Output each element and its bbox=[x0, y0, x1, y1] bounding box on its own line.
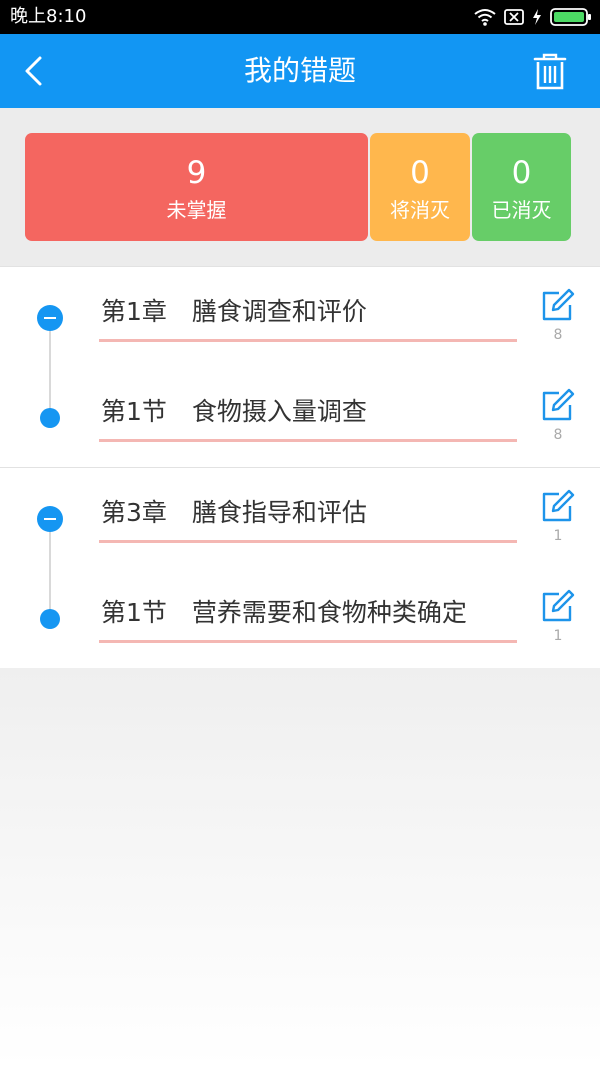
chapter-row[interactable]: 第3章 膳食指导和评估 1 bbox=[0, 468, 600, 568]
section-title: 第1节 食物摄入量调查 bbox=[101, 397, 367, 426]
charging-icon bbox=[533, 9, 541, 25]
chapter-title: 第1章 膳食调查和评价 bbox=[101, 297, 367, 326]
chapter-group: 第3章 膳食指导和评估 1 第1节 营养需要和食物种类确定 1 bbox=[0, 467, 600, 668]
section-row[interactable]: 第1节 营养需要和食物种类确定 1 bbox=[0, 568, 600, 668]
collapse-icon[interactable] bbox=[37, 305, 63, 331]
stat-count: 0 bbox=[410, 155, 430, 191]
battery-icon bbox=[550, 8, 591, 26]
question-count: 8 bbox=[553, 327, 563, 343]
empty-area bbox=[0, 668, 600, 1067]
stat-cleared[interactable]: 0 已消灭 bbox=[472, 133, 571, 241]
title-underline bbox=[99, 540, 517, 543]
wifi-icon bbox=[474, 9, 496, 26]
collapse-icon[interactable] bbox=[37, 506, 63, 532]
stat-about-to-clear[interactable]: 0 将消灭 bbox=[370, 133, 470, 241]
stat-label: 将消灭 bbox=[390, 198, 450, 222]
stat-count: 9 bbox=[186, 155, 207, 191]
section-row[interactable]: 第1节 食物摄入量调查 8 bbox=[0, 367, 600, 467]
timeline-dot-icon bbox=[40, 408, 60, 428]
status-time: 晚上8:10 bbox=[10, 6, 87, 27]
title-underline bbox=[99, 339, 517, 342]
question-count: 1 bbox=[553, 628, 563, 644]
title-underline bbox=[99, 439, 517, 442]
trash-icon bbox=[533, 53, 567, 90]
edit-icon[interactable] bbox=[539, 288, 575, 324]
edit-icon[interactable] bbox=[539, 589, 575, 625]
section-title: 第1节 营养需要和食物种类确定 bbox=[101, 598, 467, 627]
wrong-question-list: 第1章 膳食调查和评价 8 第1节 食物摄入量调查 8 第3章 膳食指导和评估 bbox=[0, 266, 600, 668]
sim-card-icon bbox=[504, 9, 524, 25]
app-bar: 我的错题 bbox=[0, 34, 600, 108]
page-title: 我的错题 bbox=[243, 54, 356, 87]
stat-label: 未掌握 bbox=[166, 198, 227, 222]
status-icons bbox=[474, 6, 592, 28]
status-bar: 晚上8:10 bbox=[0, 0, 600, 34]
edit-icon[interactable] bbox=[539, 388, 575, 424]
stat-count: 0 bbox=[511, 155, 532, 191]
edit-icon[interactable] bbox=[539, 489, 575, 525]
stat-not-mastered[interactable]: 9 未掌握 bbox=[25, 133, 368, 241]
stat-label: 已消灭 bbox=[491, 198, 552, 222]
chapter-row[interactable]: 第1章 膳食调查和评价 8 bbox=[0, 267, 600, 367]
stats-panel: 9 未掌握 0 将消灭 0 已消灭 bbox=[0, 108, 600, 266]
chapter-group: 第1章 膳食调查和评价 8 第1节 食物摄入量调查 8 bbox=[0, 266, 600, 467]
title-underline bbox=[99, 640, 517, 643]
question-count: 8 bbox=[553, 427, 563, 443]
delete-button[interactable] bbox=[530, 50, 570, 92]
question-count: 1 bbox=[553, 528, 563, 544]
chapter-title: 第3章 膳食指导和评估 bbox=[101, 498, 367, 527]
timeline-dot-icon bbox=[40, 609, 60, 629]
